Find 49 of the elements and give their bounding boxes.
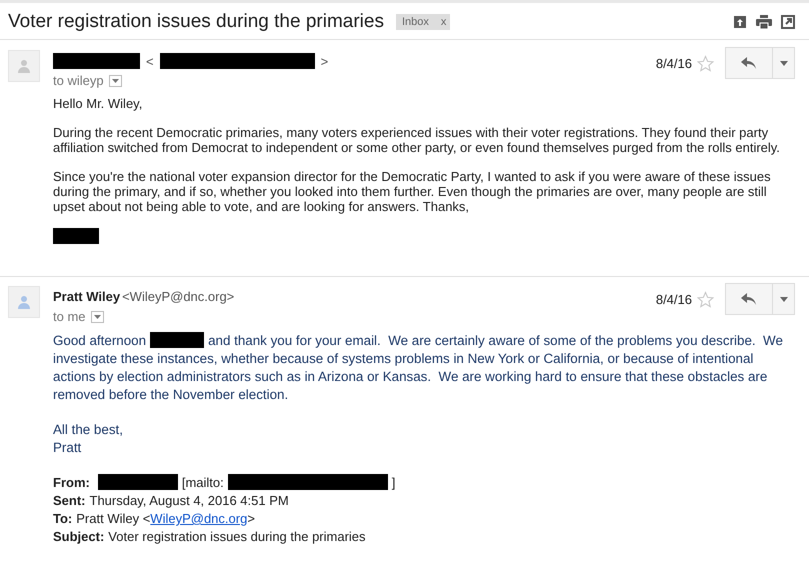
message-text: < xyxy=(146,54,154,68)
message-text: Voter registration issues during the primaries xyxy=(108,529,366,544)
message-text: <WileyP@dnc.org> xyxy=(122,289,234,304)
reply-icon xyxy=(741,57,757,69)
message-date: 8/4/16 xyxy=(656,56,692,70)
remove-label[interactable]: x xyxy=(440,16,446,28)
star-icon[interactable] xyxy=(697,54,714,72)
more-button[interactable] xyxy=(773,283,795,315)
archive-icon[interactable] xyxy=(733,15,747,29)
header-label: Sent: xyxy=(53,493,86,508)
caret-icon xyxy=(780,60,788,66)
redaction-bar xyxy=(53,228,99,244)
message-date: 8/4/16 xyxy=(656,292,692,306)
message-text: and thank you for your email. We are certainly aware of some of the problems you describe. We xyxy=(208,333,783,348)
message-text: Pratt Wiley < xyxy=(76,511,150,526)
message-text: > xyxy=(247,511,255,526)
message-text: Pratt xyxy=(53,439,82,457)
reply-button[interactable] xyxy=(725,47,773,79)
message-text: During the recent Democratic primaries, many voters experienced issues with their voter registrations. They found their party affiliation switched from Democrat to independent or some other party, or even found themselves purged from the rolls entirely. xyxy=(53,125,780,155)
message-text: ] xyxy=(392,475,396,490)
message-text: > xyxy=(320,54,328,68)
message-text: Hello Mr. Wiley, xyxy=(53,96,142,111)
reply-icon xyxy=(741,293,757,305)
caret-icon xyxy=(780,296,788,302)
message-text: Since you're the national voter expansion director for the Democratic Party, I wanted to ask if you were aware of these issues during the primary, and if so, whether you looked into them further. Even though the primaries are over, many people are still upset about not being able to vote, and are looking for answers. Thanks, xyxy=(53,169,772,214)
redaction-bar xyxy=(150,332,204,348)
avatar xyxy=(8,50,40,82)
message-text: All the best, xyxy=(53,421,124,439)
header-label: From: xyxy=(53,475,90,490)
caret-icon[interactable] xyxy=(108,74,122,86)
header-label: Subject: xyxy=(53,529,104,544)
reply-button[interactable] xyxy=(725,283,773,315)
caret-icon[interactable] xyxy=(90,310,104,322)
message-text: [mailto: xyxy=(182,475,224,490)
sender-name: Pratt Wiley xyxy=(53,289,120,304)
message-text: Good afternoon xyxy=(53,333,146,348)
email-link[interactable]: WileyP@dnc.org xyxy=(150,511,248,526)
star-icon[interactable] xyxy=(697,290,714,308)
more-button[interactable] xyxy=(773,47,795,79)
header-label: To: xyxy=(53,511,72,526)
message-text: investigate these instances, whether because of systems problems in New York or California, or because of intentional actions by election administrators such as in Arizona or Kansas. We are working hard to ensure that these obstacles are removed before the November election. xyxy=(53,350,768,404)
recipient-text: to me xyxy=(53,309,86,324)
avatar xyxy=(8,286,40,318)
recipient-text: to wileyp xyxy=(53,73,104,88)
thread-subject: Voter registration issues during the primaries xyxy=(8,11,384,33)
new-window-icon[interactable] xyxy=(781,15,795,29)
message-text: Thursday, August 4, 2016 4:51 PM xyxy=(90,493,289,508)
print-icon[interactable] xyxy=(756,15,772,29)
inbox-label: Inbox x xyxy=(396,14,450,30)
